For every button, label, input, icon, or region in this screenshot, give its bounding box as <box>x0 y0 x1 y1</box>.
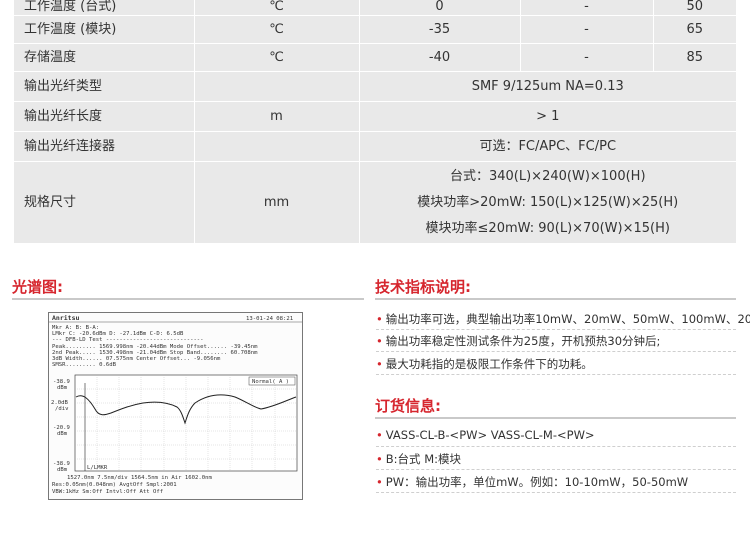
dashed-divider <box>376 469 736 470</box>
scope-line: SMSR......... 0.6dB <box>52 362 117 368</box>
order-item: • VASS-CL-B-<PW> VASS-CL-M-<PW> <box>376 428 595 442</box>
tech-item: • 输出功率稳定性测试条件为25度，开机预热30分钟后; <box>376 334 661 348</box>
row-typ: - <box>519 0 653 16</box>
table-row: 工作温度 (台式) ℃ 0 - 50 <box>14 0 736 16</box>
row-typ: - <box>519 15 653 44</box>
row-max: 65 <box>652 15 736 44</box>
order-item: • B:台式 M:模块 <box>376 452 462 466</box>
table-row: 存储温度 ℃ -40 - 85 <box>14 43 736 72</box>
row-name: 输出光纤连接器 <box>14 131 194 162</box>
scope-line: --- DFB-LD Test ------------------------… <box>52 337 204 343</box>
row-value: > 1 <box>358 101 736 132</box>
table-row: 工作温度 (模块) ℃ -35 - 65 <box>14 15 736 44</box>
tech-item-text: 输出功率可选，典型输出功率10mW、20mW、50mW、100mW、200mW; <box>385 312 750 326</box>
divider <box>375 417 736 419</box>
scope-bottom-line: VBW:1kHz Sm:Off Intvl:Off Att Off <box>52 489 163 495</box>
row-name: 存储温度 <box>14 43 194 72</box>
row-name: 输出光纤长度 <box>14 101 194 132</box>
row-name: 工作温度 (模块) <box>14 15 194 44</box>
row-name: 工作温度 (台式) <box>14 0 194 16</box>
scope-brand: Anritsu <box>52 314 79 322</box>
row-unit <box>193 71 359 102</box>
order-item: • PW：输出功率，单位mW。例如：10-10mW，50-50mW <box>376 475 689 489</box>
order-title: 订货信息: <box>375 397 441 415</box>
dimension-line: 模块功率>20mW: 150(L)×125(W)×25(H) <box>417 194 679 210</box>
table-row: 输出光纤长度 m > 1 <box>14 101 736 132</box>
dimension-line: 模块功率≤20mW: 90(L)×70(W)×15(H) <box>425 220 670 236</box>
row-max: 50 <box>652 0 736 16</box>
dashed-divider <box>376 492 736 493</box>
spectrum-screenshot: Anritsu 13-01-24 08:21 Mkr A: B: B-A: LM… <box>48 312 303 500</box>
divider <box>375 298 736 300</box>
spectrum-svg: Anritsu 13-01-24 08:21 Mkr A: B: B-A: LM… <box>49 314 302 495</box>
tech-title: 技术指标说明: <box>375 278 471 296</box>
scope-datetime: 13-01-24 08:21 <box>246 316 293 322</box>
row-max: 85 <box>652 43 736 72</box>
scope-bottom-line: Res:0.05nm(0.048nm) AvgtOff Smpl:2001 <box>52 482 177 488</box>
dashed-divider <box>376 351 736 352</box>
y-label: dBm <box>57 385 68 391</box>
row-unit: m <box>193 101 359 132</box>
row-value: 可选：FC/APC、FC/PC <box>358 131 736 162</box>
dashed-divider <box>376 374 736 375</box>
y-label: dBm <box>57 467 68 473</box>
divider <box>12 298 364 300</box>
row-typ: - <box>519 43 653 72</box>
scope-bottom-line: 1527.0nm 7.5nm/div 1564.5nm in Air 1602.… <box>67 475 212 481</box>
row-name: 规格尺寸 <box>14 161 194 244</box>
dashed-divider <box>376 329 736 330</box>
dashed-divider <box>376 446 736 447</box>
order-item-text: B:台式 M:模块 <box>385 452 462 466</box>
row-name: 输出光纤类型 <box>14 71 194 102</box>
row-unit: ℃ <box>193 43 359 72</box>
row-unit: ℃ <box>193 15 359 44</box>
row-unit: mm <box>193 161 359 244</box>
order-item-text: PW：输出功率，单位mW。例如：10-10mW，50-50mW <box>385 475 689 489</box>
dimension-values: 台式：340(L)×240(W)×100(H) 模块功率>20mW: 150(L… <box>358 161 736 244</box>
tech-item-text: 输出功率稳定性测试条件为25度，开机预热30分钟后; <box>385 334 661 348</box>
row-unit: ℃ <box>193 0 359 16</box>
order-item-text: VASS-CL-B-<PW> VASS-CL-M-<PW> <box>385 428 595 442</box>
row-min: -40 <box>358 43 520 72</box>
marker-label: L/LMKR <box>87 465 108 471</box>
y-label: dBm <box>57 431 68 437</box>
scope-normal-label: Normal( A ) <box>252 379 289 385</box>
spec-table: 工作温度 (台式) ℃ 0 - 50 工作温度 (模块) ℃ -35 - 65 … <box>14 0 736 244</box>
tech-item: • 最大功耗指的是极限工作条件下的功耗。 <box>376 357 593 371</box>
table-row: 输出光纤类型 SMF 9/125um NA=0.13 <box>14 71 736 102</box>
table-row: 输出光纤连接器 可选：FC/APC、FC/PC <box>14 131 736 162</box>
y-label: /div <box>55 406 69 412</box>
row-min: -35 <box>358 15 520 44</box>
row-unit <box>193 131 359 162</box>
table-row: 规格尺寸 mm 台式：340(L)×240(W)×100(H) 模块功率>20m… <box>14 161 736 244</box>
tech-item-text: 最大功耗指的是极限工作条件下的功耗。 <box>385 357 593 371</box>
row-min: 0 <box>358 0 520 16</box>
tech-item: • 输出功率可选，典型输出功率10mW、20mW、50mW、100mW、200mW… <box>376 311 750 327</box>
dimension-line: 台式：340(L)×240(W)×100(H) <box>449 168 646 184</box>
row-value: SMF 9/125um NA=0.13 <box>358 71 736 102</box>
spectrum-title: 光谱图: <box>12 278 63 296</box>
